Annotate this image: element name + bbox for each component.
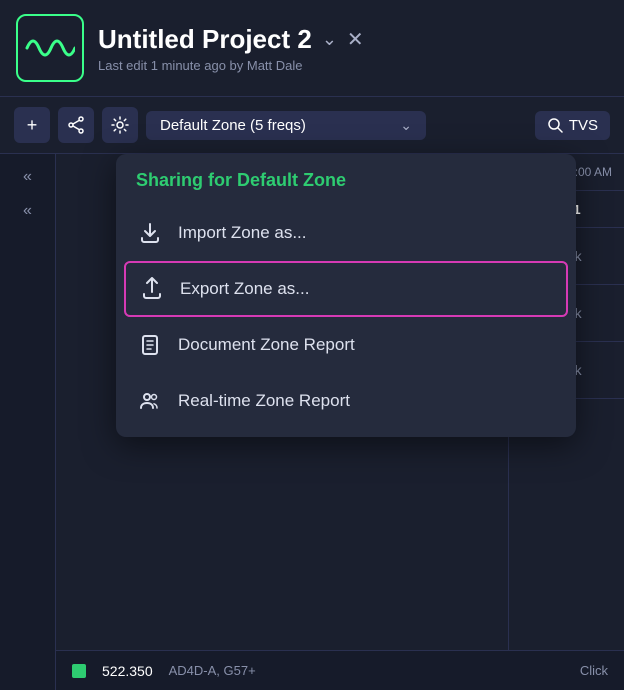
gear-icon xyxy=(111,116,129,134)
document-zone-item[interactable]: Document Zone Report xyxy=(116,317,576,373)
import-zone-label: Import Zone as... xyxy=(178,223,307,243)
add-button[interactable]: + xyxy=(14,107,50,143)
title-close-icon[interactable]: ✕ xyxy=(347,27,364,52)
zone-selector[interactable]: Default Zone (5 freqs) ⌄ xyxy=(146,111,426,140)
tvs-label: TVS xyxy=(569,117,598,134)
toolbar: + Default Zone (5 freqs) ⌄ TVS xyxy=(0,97,624,154)
realtime-icon xyxy=(136,387,164,415)
export-zone-label: Export Zone as... xyxy=(180,279,309,299)
project-title-row: Untitled Project 2 ⌄ ✕ xyxy=(98,24,608,55)
content-area: « « 2:00 AM RF 1 Click Click Click Shari… xyxy=(0,154,624,690)
realtime-zone-item[interactable]: Real-time Zone Report xyxy=(116,373,576,429)
zone-chevron-icon: ⌄ xyxy=(400,117,412,134)
title-chevron-icon[interactable]: ⌄ xyxy=(322,29,337,50)
bottom-id: AD4D-A, G57+ xyxy=(169,663,256,678)
settings-button[interactable] xyxy=(102,107,138,143)
bottom-bar: 522.350 AD4D-A, G57+ Click xyxy=(56,650,624,690)
last-edit-text: Last edit 1 minute ago by Matt Dale xyxy=(98,58,608,73)
app-logo xyxy=(16,14,84,82)
tvs-button[interactable]: TVS xyxy=(535,111,610,140)
import-zone-item[interactable]: Import Zone as... xyxy=(116,205,576,261)
document-icon xyxy=(136,331,164,359)
document-zone-label: Document Zone Report xyxy=(178,335,355,355)
project-title: Untitled Project 2 xyxy=(98,24,312,55)
sharing-dropdown: Sharing for Default Zone Import Zone as.… xyxy=(116,154,576,437)
export-zone-item[interactable]: Export Zone as... xyxy=(124,261,568,317)
zone-label: Default Zone (5 freqs) xyxy=(160,117,306,134)
main-content: 2:00 AM RF 1 Click Click Click Sharing f… xyxy=(56,154,624,690)
sidebar: « « xyxy=(0,154,56,690)
bottom-click[interactable]: Click xyxy=(580,663,608,678)
search-icon xyxy=(547,117,563,133)
import-icon xyxy=(136,219,164,247)
export-icon xyxy=(138,275,166,303)
app-header: Untitled Project 2 ⌄ ✕ Last edit 1 minut… xyxy=(0,0,624,97)
sidebar-collapse-icon[interactable]: « xyxy=(19,164,36,190)
sidebar-expand-icon[interactable]: « xyxy=(19,198,36,224)
share-icon xyxy=(67,116,85,134)
dropdown-title: Sharing for Default Zone xyxy=(116,170,576,205)
bottom-frequency: 522.350 xyxy=(102,663,153,679)
realtime-zone-label: Real-time Zone Report xyxy=(178,391,350,411)
share-button[interactable] xyxy=(58,107,94,143)
header-text-block: Untitled Project 2 ⌄ ✕ Last edit 1 minut… xyxy=(98,24,608,73)
